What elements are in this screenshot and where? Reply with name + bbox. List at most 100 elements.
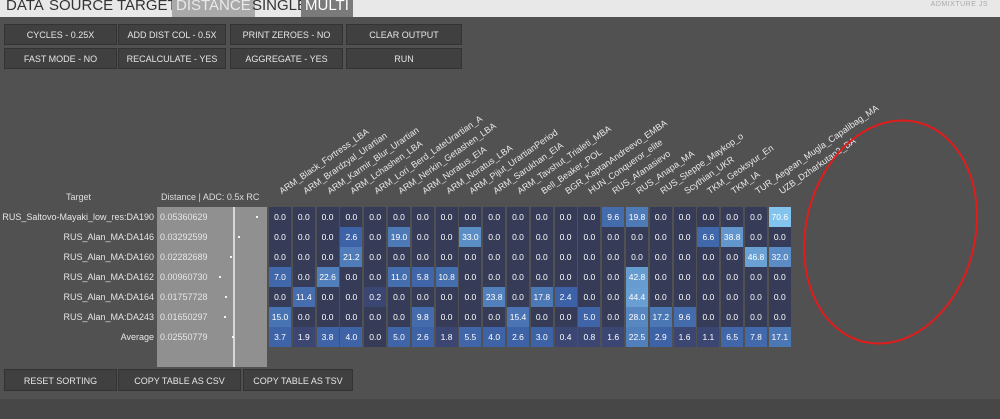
table-cell: 0.0 [411,227,434,247]
row-distance-value: 0.02282689 [160,252,208,262]
table-cell: 0.0 [435,227,458,247]
recalculate-button[interactable]: RECALCULATE - YES [118,48,226,69]
table-cell: 2.4 [554,287,577,307]
table-cell: 0.0 [507,247,529,267]
row-target-label: RUS_Alan_MA:DA160 [63,252,154,262]
table-cell: 9.6 [673,307,696,327]
table-cell: 19.0 [388,227,410,247]
table-cell: 0.0 [388,307,410,327]
table-cell: 0.0 [649,227,672,247]
table-cell: 0.0 [269,207,291,227]
table-cell: 0.0 [721,307,744,327]
table-cell: 15.0 [269,307,291,327]
table-cell: 0.0 [340,307,363,327]
tab-data[interactable]: DATA [2,0,48,17]
target-column-header[interactable]: Target [66,192,91,202]
table-cell: 0.0 [697,307,720,327]
aggregate-button[interactable]: AGGREGATE - YES [230,48,343,69]
table-cell: 0.0 [578,227,601,247]
table-cell: 0.0 [507,287,529,307]
distance-column-header[interactable]: Distance | ADC: 0.5x RC [161,192,259,202]
table-cell: 0.0 [459,207,482,227]
row-distance-value: 0.03292599 [160,232,208,242]
table-cell: 0.0 [697,287,720,307]
table-cell: 0.0 [292,267,315,287]
tab-source[interactable]: SOURCE [45,0,117,17]
table-cell: 0.0 [435,287,458,307]
table-cell: 0.0 [292,227,315,247]
table-cell: 0.0 [721,247,744,267]
print-zeroes-button[interactable]: PRINT ZEROES - NO [230,24,343,45]
table-cell: 21.2 [340,247,363,267]
table-cell: 11.0 [388,267,410,287]
footer-bar [0,399,1000,419]
table-cell: 0.0 [554,247,577,267]
table-cell: 0.0 [364,247,387,267]
table-cell: 5.8 [411,267,434,287]
table-cell: 0.0 [721,267,744,287]
copy-csv-button[interactable]: COPY TABLE AS CSV [118,369,241,391]
table-cell: 0.0 [554,227,577,247]
table-cell: 0.0 [649,287,672,307]
tab-multi[interactable]: MULTI [301,0,353,17]
table-cell: 0.0 [578,267,601,287]
table-cell: 9.8 [411,307,434,327]
top-tab-bar: DATA SOURCE TARGET DISTANCE SINGLE MULTI… [0,0,1000,17]
table-cell: 0.0 [316,247,339,267]
table-cell: 0.0 [649,247,672,267]
table-cell: 0.4 [554,327,577,347]
table-cell: 28.0 [626,307,648,327]
table-cell: 0.0 [388,247,410,267]
table-cell: 0.0 [435,247,458,267]
table-cell: 0.0 [697,267,720,287]
table-cell: 3.0 [530,327,553,347]
table-cell: 0.0 [483,247,506,267]
distance-marker [225,296,228,298]
table-cell: 0.0 [459,267,482,287]
table-cell: 0.0 [673,247,696,267]
add-dist-col-button[interactable]: ADD DIST COL - 0.5X [118,24,226,45]
table-cell: 22.6 [316,267,339,287]
reset-sorting-button[interactable]: RESET SORTING [4,369,117,391]
table-cell: 2.6 [411,327,434,347]
table-cell: 0.0 [602,287,625,307]
distance-marker [231,336,234,338]
table-cell: 42.8 [626,267,648,287]
tab-target[interactable]: TARGET [113,0,181,17]
distance-divider [233,207,235,367]
table-cell: 0.0 [697,207,720,227]
run-button[interactable]: RUN [346,48,462,69]
table-cell: 0.0 [554,267,577,287]
table-cell: 0.0 [316,227,339,247]
table-cell: 0.0 [721,287,744,307]
table-cell: 0.0 [316,287,339,307]
table-cell: 0.0 [269,247,291,267]
distance-marker [224,316,227,318]
table-cell: 44.4 [626,287,648,307]
clear-output-button[interactable]: CLEAR OUTPUT [346,24,462,45]
table-cell: 3.8 [316,327,339,347]
table-cell: 0.0 [697,247,720,267]
table-cell: 11.4 [292,287,315,307]
table-cell: 23.8 [483,287,506,307]
table-cell: 0.0 [292,207,315,227]
table-cell: 15.4 [507,307,529,327]
table-cell: 22.5 [626,327,648,347]
table-cell: 0.0 [673,287,696,307]
table-cell: 6.5 [721,327,744,347]
row-target-label: RUS_Alan_MA:DA164 [63,292,154,302]
cycles-button[interactable]: CYCLES - 0.25X [4,24,117,45]
copy-tsv-button[interactable]: COPY TABLE AS TSV [243,369,353,391]
table-cell: 17.2 [649,307,672,327]
table-cell: 0.0 [269,287,291,307]
table-cell: 70.6 [768,207,791,227]
table-cell: 17.1 [768,327,791,347]
table-cell: 0.0 [602,247,625,267]
tab-distance[interactable]: DISTANCE [172,0,255,17]
table-cell: 7.0 [269,267,291,287]
brand-label: ADMIXTURE JS [930,1,988,8]
fast-mode-button[interactable]: FAST MODE - NO [4,48,117,69]
table-cell: 32.0 [768,247,791,267]
table-cell: 0.0 [459,287,482,307]
annotation-circle [779,100,1000,364]
